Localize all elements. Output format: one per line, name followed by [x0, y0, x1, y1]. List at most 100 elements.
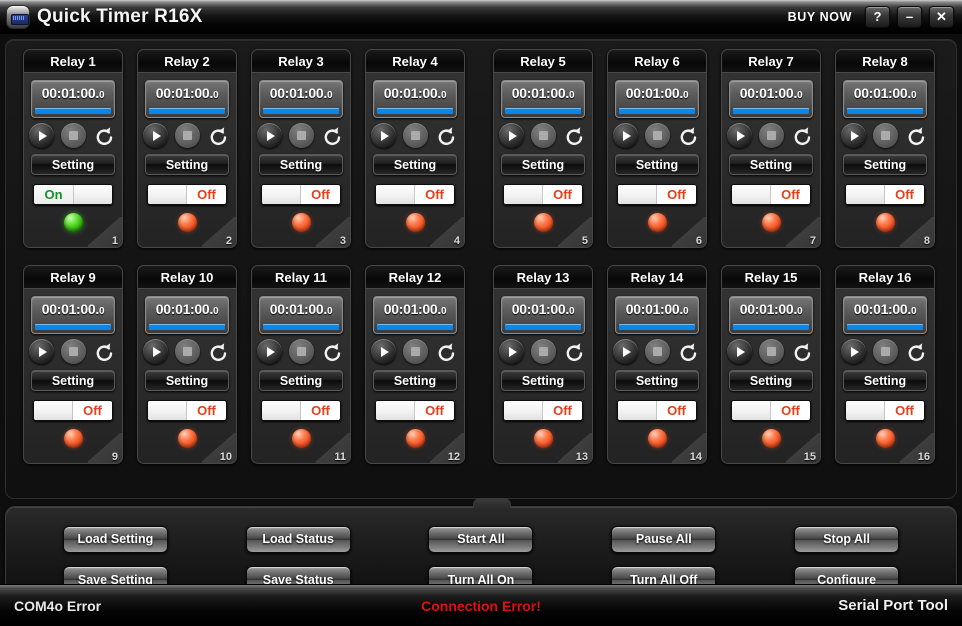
- relay-setting-button[interactable]: Setting: [259, 370, 343, 391]
- reset-loop-icon[interactable]: [320, 339, 345, 364]
- play-icon[interactable]: [371, 339, 396, 364]
- relay-power-toggle[interactable]: Off: [503, 400, 583, 421]
- relay-setting-button[interactable]: Setting: [729, 154, 813, 175]
- play-icon[interactable]: [499, 339, 524, 364]
- reset-loop-icon[interactable]: [206, 339, 231, 364]
- play-icon[interactable]: [727, 123, 752, 148]
- minimize-button[interactable]: –: [897, 5, 922, 28]
- play-icon[interactable]: [727, 339, 752, 364]
- relay-timer-display[interactable]: 00:01:00.0: [31, 296, 115, 334]
- relay-power-toggle[interactable]: On: [33, 184, 113, 205]
- pause-stop-icon[interactable]: [872, 123, 898, 148]
- play-icon[interactable]: [143, 123, 168, 148]
- reset-loop-icon[interactable]: [92, 339, 117, 364]
- relay-power-toggle[interactable]: Off: [845, 400, 925, 421]
- relay-power-toggle[interactable]: Off: [731, 184, 811, 205]
- relay-power-toggle[interactable]: Off: [147, 184, 227, 205]
- relay-power-toggle[interactable]: Off: [375, 400, 455, 421]
- relay-setting-button[interactable]: Setting: [373, 370, 457, 391]
- relay-setting-button[interactable]: Setting: [843, 370, 927, 391]
- play-icon[interactable]: [613, 339, 638, 364]
- reset-loop-icon[interactable]: [904, 123, 929, 148]
- pause-stop-icon[interactable]: [644, 339, 670, 364]
- pause-stop-icon[interactable]: [60, 123, 86, 148]
- relay-timer-display[interactable]: 00:01:00.0: [843, 80, 927, 118]
- pause-stop-icon[interactable]: [530, 123, 556, 148]
- relay-power-toggle[interactable]: Off: [375, 184, 455, 205]
- reset-loop-icon[interactable]: [562, 339, 587, 364]
- load-setting-button[interactable]: Load Setting: [62, 525, 168, 553]
- relay-power-toggle[interactable]: Off: [147, 400, 227, 421]
- play-icon[interactable]: [257, 339, 282, 364]
- relay-setting-button[interactable]: Setting: [31, 154, 115, 175]
- pause-stop-icon[interactable]: [402, 339, 428, 364]
- pause-stop-icon[interactable]: [872, 339, 898, 364]
- relay-power-toggle[interactable]: Off: [261, 184, 341, 205]
- relay-setting-button[interactable]: Setting: [615, 154, 699, 175]
- pause-stop-icon[interactable]: [174, 339, 200, 364]
- play-icon[interactable]: [143, 339, 168, 364]
- play-icon[interactable]: [613, 123, 638, 148]
- relay-timer-display[interactable]: 00:01:00.0: [373, 80, 457, 118]
- relay-timer-display[interactable]: 00:01:00.0: [615, 80, 699, 118]
- relay-timer-display[interactable]: 00:01:00.0: [729, 296, 813, 334]
- start-all-button[interactable]: Start All: [428, 525, 534, 553]
- relay-setting-button[interactable]: Setting: [843, 154, 927, 175]
- pause-stop-icon[interactable]: [758, 339, 784, 364]
- relay-setting-button[interactable]: Setting: [31, 370, 115, 391]
- buy-now-link[interactable]: BUY NOW: [788, 10, 852, 24]
- play-icon[interactable]: [29, 123, 54, 148]
- relay-timer-display[interactable]: 00:01:00.0: [373, 296, 457, 334]
- reset-loop-icon[interactable]: [904, 339, 929, 364]
- pause-stop-icon[interactable]: [530, 339, 556, 364]
- relay-setting-button[interactable]: Setting: [373, 154, 457, 175]
- play-icon[interactable]: [371, 123, 396, 148]
- reset-loop-icon[interactable]: [206, 123, 231, 148]
- load-status-button[interactable]: Load Status: [245, 525, 351, 553]
- reset-loop-icon[interactable]: [320, 123, 345, 148]
- reset-loop-icon[interactable]: [92, 123, 117, 148]
- play-icon[interactable]: [499, 123, 524, 148]
- relay-timer-display[interactable]: 00:01:00.0: [259, 296, 343, 334]
- reset-loop-icon[interactable]: [790, 123, 815, 148]
- play-icon[interactable]: [257, 123, 282, 148]
- pause-stop-icon[interactable]: [402, 123, 428, 148]
- reset-loop-icon[interactable]: [562, 123, 587, 148]
- relay-timer-display[interactable]: 00:01:00.0: [843, 296, 927, 334]
- relay-setting-button[interactable]: Setting: [501, 370, 585, 391]
- play-icon[interactable]: [841, 339, 866, 364]
- relay-setting-button[interactable]: Setting: [259, 154, 343, 175]
- close-button[interactable]: ✕: [929, 5, 954, 28]
- relay-timer-display[interactable]: 00:01:00.0: [145, 80, 229, 118]
- relay-power-toggle[interactable]: Off: [617, 400, 697, 421]
- pause-stop-icon[interactable]: [174, 123, 200, 148]
- relay-setting-button[interactable]: Setting: [729, 370, 813, 391]
- relay-setting-button[interactable]: Setting: [145, 154, 229, 175]
- relay-timer-display[interactable]: 00:01:00.0: [31, 80, 115, 118]
- relay-power-toggle[interactable]: Off: [845, 184, 925, 205]
- reset-loop-icon[interactable]: [434, 123, 459, 148]
- relay-timer-display[interactable]: 00:01:00.0: [259, 80, 343, 118]
- relay-timer-display[interactable]: 00:01:00.0: [501, 296, 585, 334]
- relay-power-toggle[interactable]: Off: [33, 400, 113, 421]
- pause-stop-icon[interactable]: [758, 123, 784, 148]
- relay-timer-display[interactable]: 00:01:00.0: [501, 80, 585, 118]
- pause-stop-icon[interactable]: [288, 123, 314, 148]
- relay-timer-display[interactable]: 00:01:00.0: [615, 296, 699, 334]
- relay-timer-display[interactable]: 00:01:00.0: [729, 80, 813, 118]
- pause-stop-icon[interactable]: [288, 339, 314, 364]
- relay-setting-button[interactable]: Setting: [501, 154, 585, 175]
- relay-timer-display[interactable]: 00:01:00.0: [145, 296, 229, 334]
- relay-power-toggle[interactable]: Off: [731, 400, 811, 421]
- relay-power-toggle[interactable]: Off: [617, 184, 697, 205]
- reset-loop-icon[interactable]: [790, 339, 815, 364]
- relay-setting-button[interactable]: Setting: [615, 370, 699, 391]
- reset-loop-icon[interactable]: [434, 339, 459, 364]
- stop-all-button[interactable]: Stop All: [794, 525, 900, 553]
- play-icon[interactable]: [841, 123, 866, 148]
- pause-stop-icon[interactable]: [644, 123, 670, 148]
- relay-power-toggle[interactable]: Off: [503, 184, 583, 205]
- relay-power-toggle[interactable]: Off: [261, 400, 341, 421]
- reset-loop-icon[interactable]: [676, 123, 701, 148]
- reset-loop-icon[interactable]: [676, 339, 701, 364]
